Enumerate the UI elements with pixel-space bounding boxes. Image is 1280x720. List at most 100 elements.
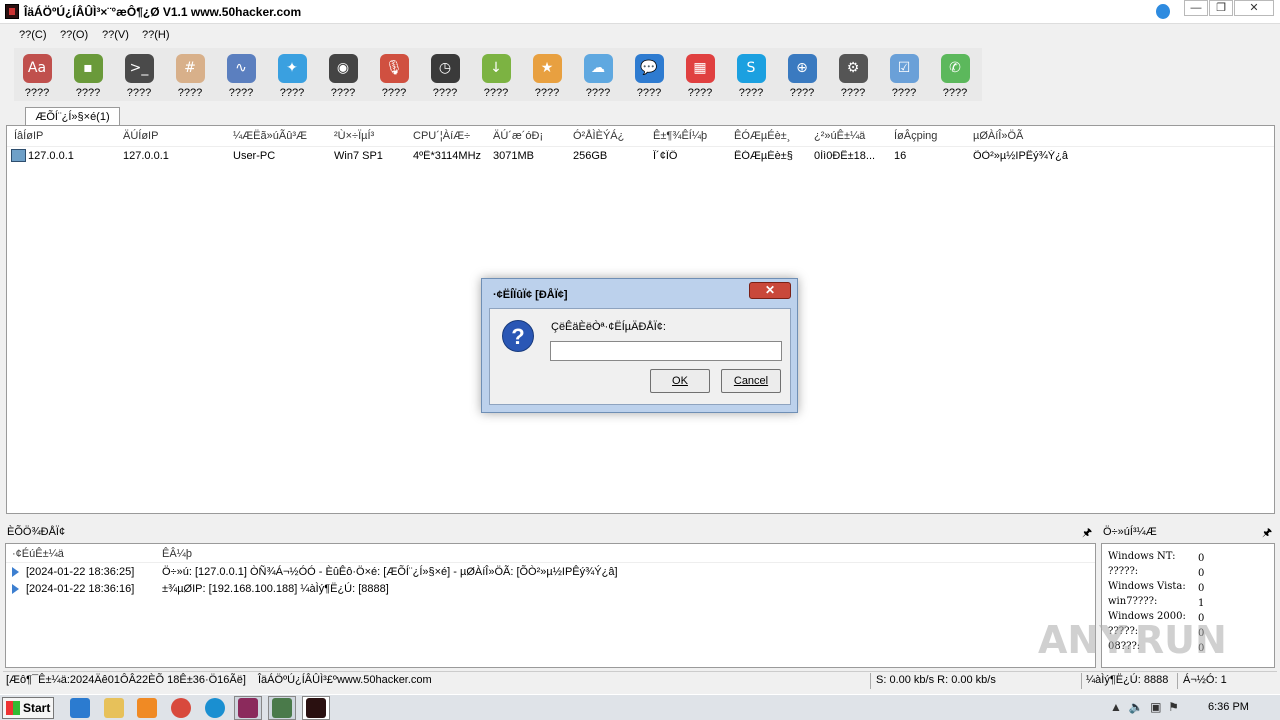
toolbar-button[interactable]: ⊕????: [781, 52, 823, 100]
folder-icon[interactable]: [104, 698, 124, 718]
toolbar-button-label: ????: [687, 87, 713, 99]
dialog-body: ? ÇëÊäÈëÒª·¢ËÍµÄÐÅÏ¢: OK Cancel: [489, 308, 791, 405]
toolbar-button[interactable]: ↓????: [475, 52, 517, 100]
toolbar-button-label: ????: [279, 87, 305, 99]
system-tray[interactable]: ▲ 🔈 ▣ ⚑: [1110, 700, 1179, 714]
dialog-prompt: ÇëÊäÈëÒª·¢ËÍµÄÐÅÏ¢:: [551, 321, 666, 333]
host-cell[interactable]: Win7 SP1: [334, 150, 408, 162]
menu-item-options[interactable]: ??(O): [60, 29, 88, 41]
host-cell[interactable]: 4ºË*3114MHz: [413, 150, 489, 162]
host-cell[interactable]: 3071MB: [493, 150, 569, 162]
toolbar-button[interactable]: #????: [169, 52, 211, 100]
terminal-icon: >_: [124, 54, 154, 83]
menu-bar: ??(C) ??(O) ??(V) ??(H): [5, 25, 255, 47]
host-cell[interactable]: 16: [894, 150, 968, 162]
expand-arrow-icon[interactable]: [12, 567, 19, 577]
toolbar-button-label: ????: [636, 87, 662, 99]
host-cell[interactable]: 127.0.0.1: [123, 150, 228, 162]
toolbar-button[interactable]: ⚙????: [832, 52, 874, 100]
clock[interactable]: 6:36 PM: [1208, 701, 1249, 713]
column-header[interactable]: ÍøÂçping: [894, 130, 937, 142]
status-online: Á¬½Ó: 1: [1183, 674, 1227, 686]
taskbar-app-network[interactable]: [268, 696, 296, 720]
toolbar-button[interactable]: ☑????: [883, 52, 925, 100]
stats-pane-title: Ö÷»úÍ³¼Æ: [1103, 526, 1157, 538]
app-store-icon: ✦: [277, 54, 307, 83]
host-cell[interactable]: 0Ìì0ÐÊ±18...: [814, 150, 890, 162]
toolbar-button[interactable]: ★????: [526, 52, 568, 100]
host-cell[interactable]: User-PC: [233, 150, 329, 162]
start-label: Start: [23, 701, 51, 715]
column-header[interactable]: ÄÚ´æ´óÐ¡: [493, 130, 543, 142]
toolbar-button[interactable]: ☁????: [577, 52, 619, 100]
column-header[interactable]: Ê±¶¾ÊÍ¼þ: [653, 130, 707, 142]
edge-icon[interactable]: [205, 698, 225, 718]
host-cell[interactable]: 127.0.0.1: [28, 150, 132, 162]
host-cell[interactable]: 256GB: [573, 150, 649, 162]
media-player-icon[interactable]: [137, 698, 157, 718]
host-cell[interactable]: ÊÓÆµÉè±§: [734, 150, 810, 162]
minimize-button[interactable]: —: [1184, 0, 1208, 16]
menu-item-control[interactable]: ??(C): [19, 29, 47, 41]
toolbar-button[interactable]: ◷????: [424, 52, 466, 100]
toolbar-button[interactable]: ∿????: [220, 52, 262, 100]
status-divider: [870, 673, 871, 689]
column-header[interactable]: Ó²ÅÌÈÝÁ¿: [573, 130, 624, 142]
toolbar-button[interactable]: Aa????: [16, 52, 58, 100]
cancel-button[interactable]: Cancel: [721, 369, 781, 393]
status-port: ¼àÌý¶Ë¿Ú: 8888: [1086, 674, 1169, 686]
log-time: [2024-01-22 18:36:25]: [26, 566, 135, 578]
hard-drive-icon: ▪: [73, 54, 103, 83]
column-header[interactable]: µØÀíÎ»ÖÃ: [973, 130, 1023, 142]
host-cell[interactable]: ÕÒ²»µ½IPÊý¾Ý¿â: [973, 150, 1113, 162]
column-header[interactable]: ÊÓÆµÉè±¸: [734, 130, 790, 142]
toolbar-button-label: ????: [228, 87, 254, 99]
cancel-button-label: Cancel: [733, 375, 769, 387]
toolbar-button[interactable]: ✦????: [271, 52, 313, 100]
column-header[interactable]: CPU´¦ÀíÆ÷: [413, 130, 470, 142]
clock-icon: ◷: [430, 54, 460, 83]
chrome-icon[interactable]: [171, 698, 191, 718]
activity-monitor-icon: ∿: [226, 54, 256, 83]
column-header[interactable]: ¿²»úÊ±¼ä: [814, 130, 865, 142]
toolbar-button[interactable]: ✆????: [934, 52, 976, 100]
column-header[interactable]: ÍâÍøIP: [14, 130, 43, 142]
column-header[interactable]: ¼ÆËã»úÃû³Æ: [233, 130, 307, 142]
phone-icon: ✆: [940, 54, 970, 83]
status-site: ÎäÁÖºÚ¿ÍÂÛÌ³£ºwww.50hacker.com: [258, 674, 432, 686]
taskbar-app-remote-control[interactable]: [302, 696, 330, 720]
network-tool-icon: [272, 698, 292, 718]
message-input[interactable]: [550, 341, 782, 361]
microphone-icon: 🎙: [379, 54, 409, 83]
status-bar: [Æô¶¯Ê±¼ä:2024Äê01ÔÂ22ÈÕ 18Ê±36·Ö16Ãë] Î…: [3, 671, 1277, 689]
toolbar-button[interactable]: 💬????: [628, 52, 670, 100]
ie-icon[interactable]: [70, 698, 90, 718]
font-icon: Aa: [22, 54, 52, 83]
toolbar-button[interactable]: ▪????: [67, 52, 109, 100]
toolbar-button-label: ????: [126, 87, 152, 99]
close-window-button[interactable]: ✕: [1234, 0, 1274, 16]
pin-icon[interactable]: 🖈: [1082, 524, 1092, 543]
dialog-close-button[interactable]: ✕: [749, 282, 791, 299]
toolbar-button[interactable]: 🎙????: [373, 52, 415, 100]
log-col-event[interactable]: ÊÂ¼þ: [162, 548, 192, 560]
maximize-button[interactable]: ❐: [1209, 0, 1233, 16]
tray-bubble-icon[interactable]: [1156, 4, 1170, 19]
menu-item-view[interactable]: ??(V): [102, 29, 129, 41]
host-cell[interactable]: Î´¢ÏÖ: [653, 150, 729, 162]
taskbar-app-winrar[interactable]: [234, 696, 262, 720]
expand-arrow-icon[interactable]: [12, 584, 19, 594]
menu-item-help[interactable]: ??(H): [142, 29, 170, 41]
toolbar-button[interactable]: S????: [730, 52, 772, 100]
column-header[interactable]: ²Ù×÷ÏµÍ³: [334, 130, 374, 142]
toolbar-button[interactable]: >_????: [118, 52, 160, 100]
column-header[interactable]: ÄÚÍøIP: [123, 130, 158, 142]
toolbar-button[interactable]: ▦????: [679, 52, 721, 100]
ok-button[interactable]: OK: [650, 369, 710, 393]
pin-icon[interactable]: 🖈: [1262, 524, 1272, 543]
header-divider: [7, 146, 1274, 147]
toolbar-button[interactable]: ◉????: [322, 52, 364, 100]
start-button[interactable]: Start: [2, 697, 54, 719]
log-col-time[interactable]: ·¢ÉúÊ±¼ä: [12, 548, 64, 560]
download-icon: ↓: [481, 54, 511, 83]
